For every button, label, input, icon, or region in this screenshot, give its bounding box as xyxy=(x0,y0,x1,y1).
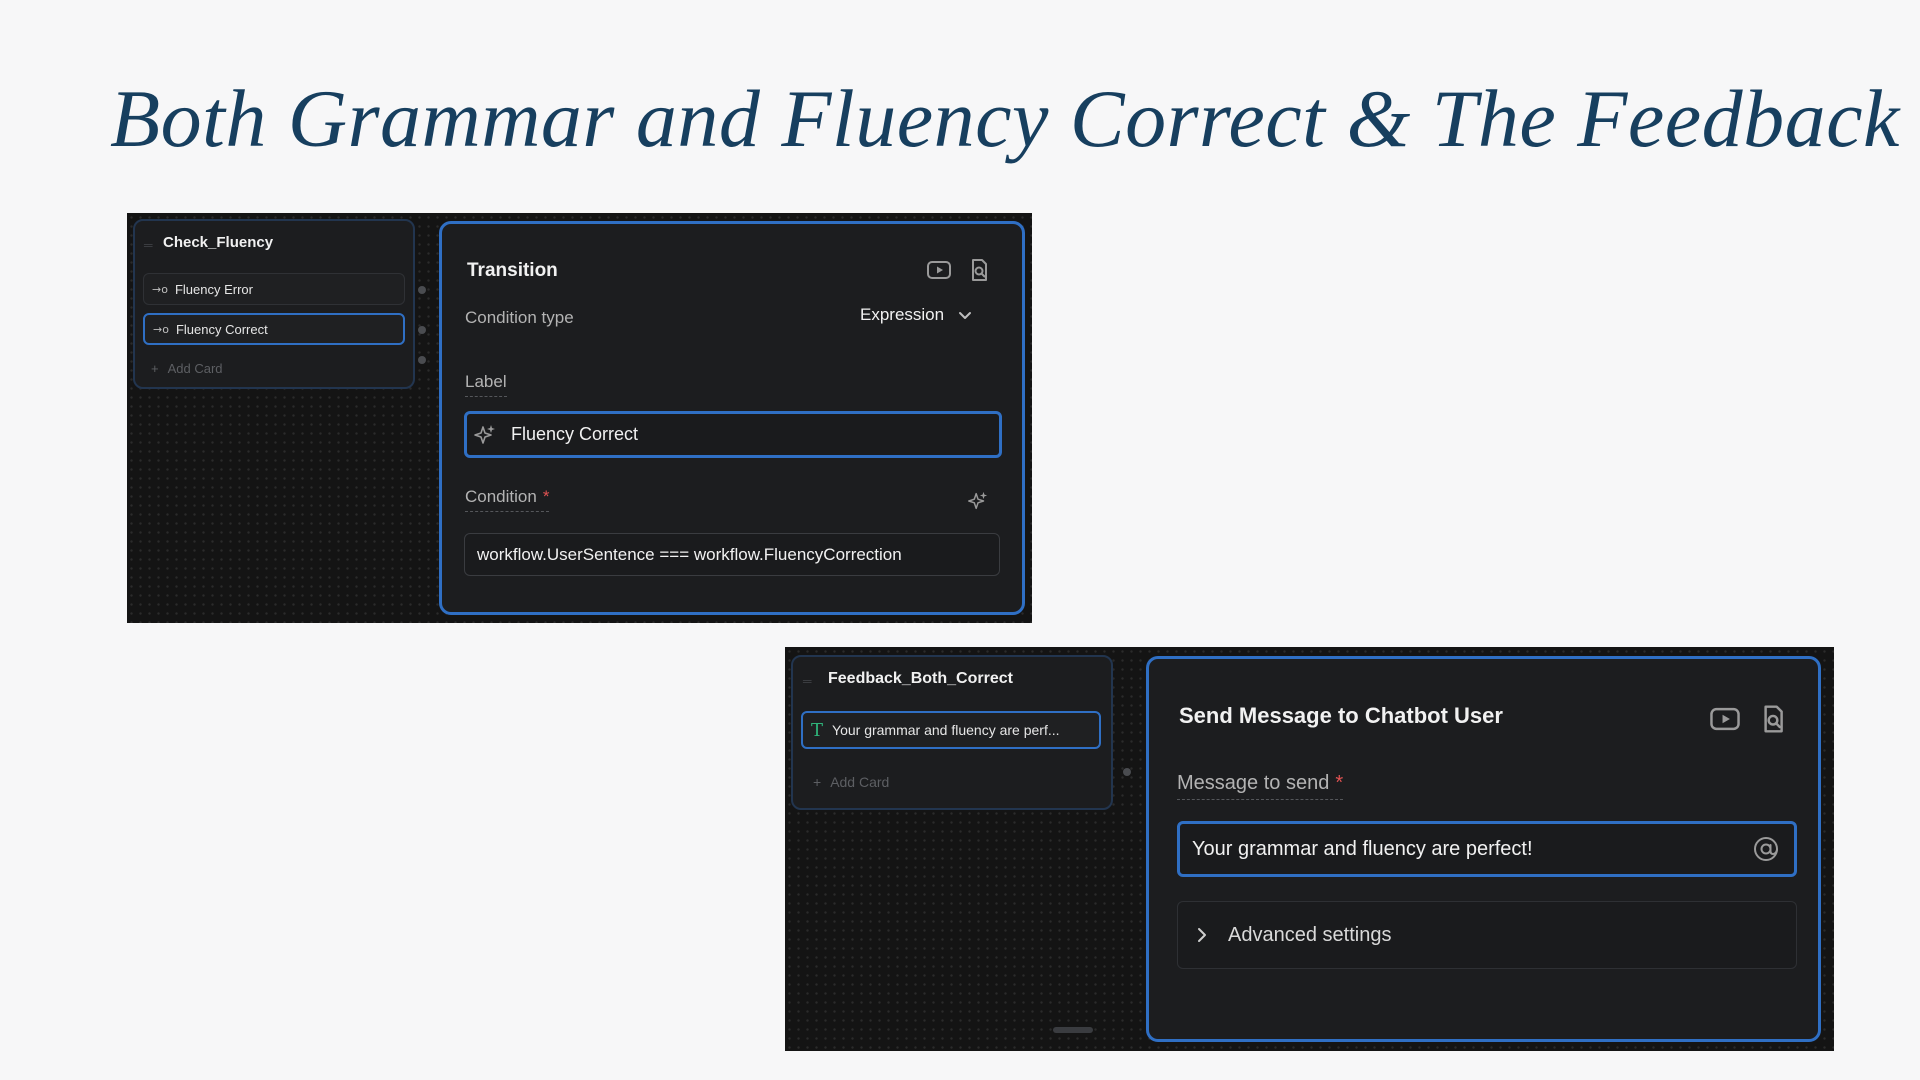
condition-type-label: Condition type xyxy=(465,308,574,327)
sparkle-icon[interactable] xyxy=(473,423,497,447)
connection-port[interactable] xyxy=(418,286,426,294)
message-to-send-label: Message to send * xyxy=(1177,772,1344,800)
add-card-button[interactable]: + Add Card xyxy=(813,774,889,790)
condition-label: Condition * xyxy=(465,487,550,512)
search-doc-icon[interactable] xyxy=(966,257,992,283)
feedback-both-correct-node[interactable]: ═ Feedback_Both_Correct T Your grammar a… xyxy=(791,655,1113,810)
send-message-screenshot: ═ Feedback_Both_Correct T Your grammar a… xyxy=(785,647,1834,1051)
play-video-icon[interactable] xyxy=(1709,703,1741,735)
canvas-scroll-handle[interactable] xyxy=(1053,1027,1093,1033)
add-card-label: Add Card xyxy=(167,361,223,376)
condition-type-value: Expression xyxy=(860,305,945,324)
add-card-button[interactable]: + Add Card xyxy=(151,361,223,376)
transition-panel: Transition Condition type Expression Lab… xyxy=(439,221,1025,615)
node-row-fluency-correct[interactable]: →o Fluency Correct xyxy=(143,313,405,345)
transition-arrow-icon: →o xyxy=(152,282,168,296)
label-input[interactable]: Fluency Correct xyxy=(464,411,1002,458)
drag-grip-icon[interactable]: ═ xyxy=(803,675,812,687)
message-input-value: Your grammar and fluency are perfect! xyxy=(1192,837,1533,860)
drag-grip-icon[interactable]: ═ xyxy=(144,239,153,251)
node-title: Feedback_Both_Correct xyxy=(828,670,1013,687)
label-field-label: Label xyxy=(465,372,507,397)
label-input-value: Fluency Correct xyxy=(511,424,639,444)
at-sign-icon[interactable] xyxy=(1752,835,1780,863)
transition-screenshot: ═ Check_Fluency →o Fluency Error →o Flue… xyxy=(127,213,1032,623)
panel-title: Transition xyxy=(467,260,558,281)
condition-type-select[interactable]: Expression xyxy=(860,305,974,325)
chevron-down-icon xyxy=(959,312,972,319)
play-video-icon[interactable] xyxy=(926,257,952,283)
node-row-label: Fluency Correct xyxy=(175,321,268,337)
node-row-label: Your grammar and fluency are perf... xyxy=(832,722,1060,738)
message-input[interactable]: Your grammar and fluency are perfect! xyxy=(1177,821,1797,877)
panel-title: Send Message to Chatbot User xyxy=(1179,703,1503,728)
node-row-fluency-error[interactable]: →o Fluency Error xyxy=(143,273,405,305)
connection-port[interactable] xyxy=(418,356,426,364)
chevron-right-icon xyxy=(1198,928,1206,942)
condition-input[interactable]: workflow.UserSentence === workflow.Fluen… xyxy=(464,533,1000,576)
node-row-message[interactable]: T Your grammar and fluency are perf... xyxy=(801,711,1101,749)
plus-icon: + xyxy=(151,361,159,376)
search-doc-icon[interactable] xyxy=(1757,703,1789,735)
plus-icon: + xyxy=(813,774,822,790)
advanced-settings-toggle[interactable]: Advanced settings xyxy=(1177,901,1797,969)
check-fluency-node[interactable]: ═ Check_Fluency →o Fluency Error →o Flue… xyxy=(133,219,415,389)
connection-port[interactable] xyxy=(418,326,426,334)
node-row-label: Fluency Error xyxy=(174,281,253,297)
advanced-settings-label: Advanced settings xyxy=(1228,923,1392,946)
condition-input-value: workflow.UserSentence === workflow.Fluen… xyxy=(477,544,902,564)
text-t-icon: T xyxy=(811,719,824,741)
node-title: Check_Fluency xyxy=(163,234,274,251)
transition-arrow-icon: →o xyxy=(153,322,169,336)
connection-port[interactable] xyxy=(1123,768,1131,776)
slide-title: Both Grammar and Fluency Correct & The F… xyxy=(110,73,1900,164)
add-card-label: Add Card xyxy=(830,774,890,790)
send-message-panel: Send Message to Chatbot User Message to … xyxy=(1146,656,1821,1042)
sparkle-icon[interactable] xyxy=(967,490,989,512)
